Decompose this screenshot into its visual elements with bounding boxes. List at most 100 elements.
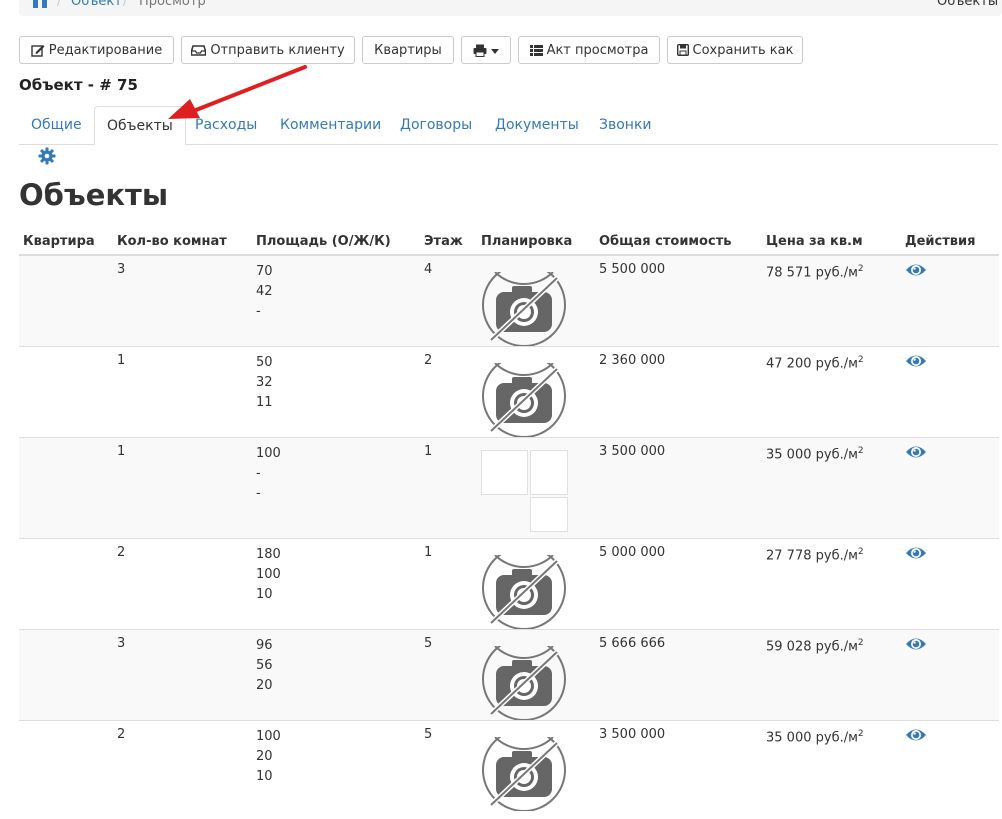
table-row: 2 180 100 10 1 5 000 000 27 778 руб./м2 <box>19 538 999 630</box>
actions-cell <box>901 346 999 438</box>
total-price-cell: 5 666 666 <box>595 629 762 721</box>
save-as-button[interactable]: Сохранить как <box>667 36 803 64</box>
area-value: 32 <box>256 375 273 390</box>
apartment-cell <box>19 629 113 721</box>
total-price-cell: 5 500 000 <box>595 254 762 347</box>
price-value: 47 200 руб./м <box>766 356 858 372</box>
apartment-cell <box>19 538 113 630</box>
apartment-cell <box>19 346 113 438</box>
tab-general[interactable]: Общие <box>19 106 94 144</box>
column-header[interactable]: Общая стоимость <box>595 228 762 256</box>
column-header[interactable]: Этаж <box>420 228 477 256</box>
plan-thumbnail[interactable] <box>530 450 568 495</box>
plan-cell <box>477 720 595 811</box>
table-row: 1 100- -1 3 500 000 35 000 руб./м2 <box>19 437 999 539</box>
view-eye-icon[interactable] <box>905 444 927 460</box>
breadcrumb-current: Просмотр <box>139 0 206 9</box>
no-photo-icon <box>481 646 567 720</box>
tab-calls[interactable]: Звонки <box>587 106 664 144</box>
breadcrumb: / Объект / Просмотр Объекты <box>19 0 1002 16</box>
edit-button[interactable]: Редактирование <box>19 36 174 64</box>
tab-comments[interactable]: Комментарии <box>268 106 393 144</box>
print-icon <box>473 44 487 57</box>
gear-icon[interactable] <box>38 147 56 165</box>
area-value: 56 <box>256 658 273 673</box>
view-eye-icon[interactable] <box>905 727 927 743</box>
actions-cell <box>901 437 999 539</box>
area-cell: 100 - - <box>252 437 420 539</box>
column-header[interactable]: Квартира <box>19 228 113 256</box>
tab-expenses[interactable]: Расходы <box>183 106 269 144</box>
area-cell: 100 20 10 <box>252 720 420 811</box>
floor-cell: 1 <box>420 437 477 539</box>
plan-cell <box>477 437 595 539</box>
print-dropdown-button[interactable] <box>461 36 511 64</box>
save-as-label: Сохранить как <box>692 42 794 58</box>
breadcrumb-link[interactable]: Объект <box>71 0 122 9</box>
column-header[interactable]: Кол-во комнат <box>113 228 252 256</box>
plan-cell <box>477 629 595 721</box>
view-eye-icon[interactable] <box>905 636 927 652</box>
price-value: 78 571 руб./м <box>766 265 858 281</box>
page-heading: Объекты <box>19 178 169 212</box>
area-cell: 50 32 11 <box>252 346 420 438</box>
list-icon <box>529 44 543 56</box>
floor-cell: 4 <box>420 254 477 347</box>
viewing-act-button[interactable]: Акт просмотра <box>518 36 660 64</box>
area-value: 100 <box>256 567 281 582</box>
breadcrumb-right: Объекты <box>937 0 999 9</box>
caret-down-icon <box>491 43 499 58</box>
tab-objects[interactable]: Объекты <box>94 106 186 145</box>
breadcrumb-separator: / <box>123 0 128 9</box>
plan-thumbnail[interactable] <box>481 450 528 495</box>
apartments-button[interactable]: Квартиры <box>362 36 454 64</box>
tab-documents[interactable]: Документы <box>483 106 591 144</box>
home-icon[interactable] <box>32 0 48 8</box>
price-unit-sup: 2 <box>857 729 864 739</box>
send-to-client-button[interactable]: Отправить клиенту <box>181 36 355 64</box>
column-header[interactable]: Планировка <box>477 228 595 256</box>
column-header[interactable]: Цена за кв.м <box>762 228 901 256</box>
actions-cell <box>901 254 999 347</box>
price-value: 35 000 руб./м <box>766 730 858 746</box>
table-header-row: Квартира Кол-во комнат Площадь (О/Ж/К) Э… <box>19 228 999 256</box>
view-eye-icon[interactable] <box>905 545 927 561</box>
table-row: 1 50 32 11 2 2 360 000 47 200 руб./м2 <box>19 346 999 438</box>
area-value: 11 <box>256 395 273 410</box>
no-photo-icon <box>481 363 567 437</box>
actions-cell <box>901 538 999 630</box>
floor-cell: 5 <box>420 720 477 811</box>
apartment-cell <box>19 254 113 347</box>
table-row: 2 100 20 10 5 3 500 000 35 000 руб./м2 <box>19 720 999 811</box>
plan-thumbnail[interactable] <box>530 497 568 532</box>
area-cell: 96 56 20 <box>252 629 420 721</box>
rooms-cell: 3 <box>113 254 252 347</box>
price-per-m2-cell: 27 778 руб./м2 <box>762 538 901 630</box>
area-value: 20 <box>256 678 273 693</box>
price-per-m2-cell: 35 000 руб./м2 <box>762 720 901 811</box>
plan-cell <box>477 538 595 630</box>
view-eye-icon[interactable] <box>905 262 927 278</box>
column-header[interactable]: Площадь (О/Ж/К) <box>252 228 420 256</box>
rooms-cell: 2 <box>113 720 252 811</box>
rooms-cell: 2 <box>113 538 252 630</box>
edit-label: Редактирование <box>48 42 163 58</box>
area-value: 42 <box>256 284 273 299</box>
area-value: 96 <box>256 638 273 653</box>
rooms-cell: 1 <box>113 437 252 539</box>
area-value: 100 <box>256 446 281 461</box>
area-value: - <box>256 486 261 501</box>
act-label: Акт просмотра <box>546 42 649 58</box>
price-per-m2-cell: 59 028 руб./м2 <box>762 629 901 721</box>
price-value: 35 000 руб./м <box>766 447 858 463</box>
price-per-m2-cell: 78 571 руб./м2 <box>762 254 901 347</box>
view-eye-icon[interactable] <box>905 353 927 369</box>
object-title: Объект - # 75 <box>19 76 138 94</box>
price-unit-sup: 2 <box>857 446 864 456</box>
plan-thumbnails[interactable] <box>481 450 568 538</box>
breadcrumb-separator: / <box>57 0 62 9</box>
apartments-label: Квартиры <box>374 42 442 58</box>
tab-contracts[interactable]: Договоры <box>388 106 484 144</box>
apartment-cell <box>19 437 113 539</box>
price-unit-sup: 2 <box>857 264 864 274</box>
